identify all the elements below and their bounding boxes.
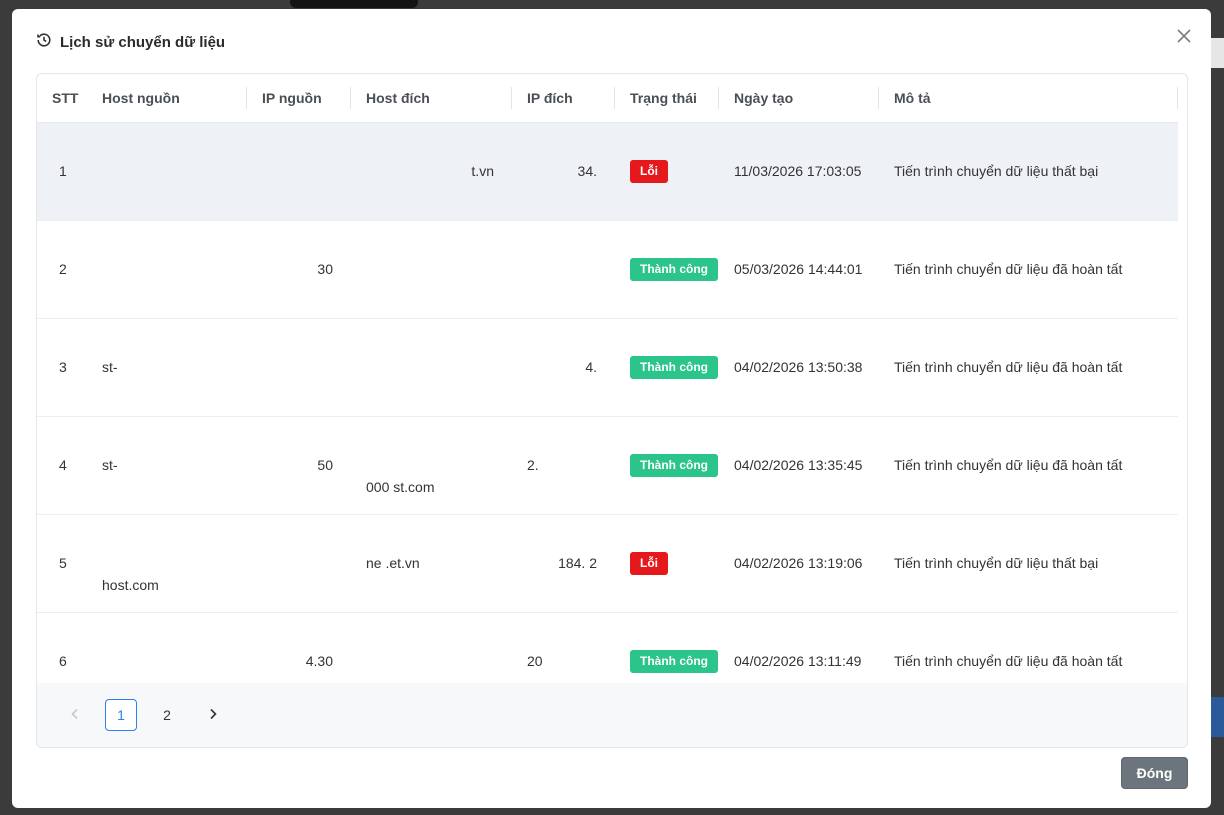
- cell-ip-dst: [512, 220, 615, 319]
- column-header-stt: STT: [37, 74, 87, 123]
- status-badge: Thành công: [630, 454, 718, 477]
- column-header-host-dst: Host đích: [351, 74, 512, 123]
- cell-host-dst: 000 st.com: [351, 416, 512, 515]
- cell-stt: 3: [37, 318, 87, 417]
- table-row[interactable]: 6 4.30 20 Thành công 04/02/2026 13:11:49…: [37, 612, 1178, 684]
- cell-desc: Tiến trình chuyển dữ liệu đã hoàn tất: [879, 318, 1178, 417]
- status-badge: Thành công: [630, 650, 718, 673]
- cell-ip-dst: 34.: [512, 122, 615, 221]
- cell-created: 04/02/2026 13:19:06: [719, 514, 879, 613]
- close-x-button[interactable]: [1173, 27, 1195, 49]
- cell-ip-dst: 20: [512, 612, 615, 684]
- status-badge: Thành công: [630, 258, 718, 281]
- background-strip: [290, 0, 418, 8]
- close-button[interactable]: Đóng: [1121, 757, 1188, 789]
- chevron-right-icon: [207, 707, 219, 723]
- table-row[interactable]: 1 t.vn 34. Lỗi 11/03/2026 17:03:05 Tiến …: [37, 122, 1178, 221]
- column-header-created: Ngày tạo: [719, 74, 879, 123]
- cell-host-src: [87, 220, 247, 319]
- cell-ip-src: [247, 318, 351, 417]
- cell-stt: 1: [37, 122, 87, 221]
- cell-created: 04/02/2026 13:11:49: [719, 612, 879, 684]
- chevron-left-icon: [69, 707, 81, 723]
- history-clock-icon: [36, 32, 52, 53]
- background-edge-button: [1210, 697, 1224, 737]
- cell-desc: Tiến trình chuyển dữ liệu thất bại: [879, 122, 1178, 221]
- modal-title-group: Lịch sử chuyển dữ liệu: [36, 32, 225, 53]
- cell-status: Thành công: [615, 612, 719, 684]
- pagination: 1 2: [37, 683, 1187, 747]
- column-header-status: Trạng thái: [615, 74, 719, 123]
- cell-host-dst: t.vn: [351, 122, 512, 221]
- cell-desc: Tiến trình chuyển dữ liệu thất bại: [879, 514, 1178, 613]
- table-row[interactable]: 3 st- 4. Thành công 04/02/2026 13:50:38 …: [37, 318, 1178, 417]
- cell-status: Lỗi: [615, 122, 719, 221]
- cell-created: 11/03/2026 17:03:05: [719, 122, 879, 221]
- page-button-1[interactable]: 1: [105, 699, 137, 731]
- cell-ip-dst: 2.: [512, 416, 615, 515]
- cell-host-src: [87, 612, 247, 684]
- cell-desc: Tiến trình chuyển dữ liệu đã hoàn tất: [879, 612, 1178, 684]
- status-badge: Lỗi: [630, 160, 668, 183]
- status-badge: Thành công: [630, 356, 718, 379]
- cell-created: 04/02/2026 13:35:45: [719, 416, 879, 515]
- prev-page-button[interactable]: [59, 699, 91, 731]
- column-header-ip-dst: IP đích: [512, 74, 615, 123]
- cell-ip-src: [247, 514, 351, 613]
- cell-ip-src: 30: [247, 220, 351, 319]
- modal-title: Lịch sử chuyển dữ liệu: [60, 34, 226, 51]
- history-table: STT Host nguồn IP nguồn Host đích IP đíc…: [37, 74, 1178, 684]
- cell-created: 04/02/2026 13:50:38: [719, 318, 879, 417]
- cell-status: Lỗi: [615, 514, 719, 613]
- cell-ip-src: [247, 122, 351, 221]
- page-button-2[interactable]: 2: [151, 699, 183, 731]
- cell-desc: Tiến trình chuyển dữ liệu đã hoàn tất: [879, 220, 1178, 319]
- table-row[interactable]: 2 30 Thành công 05/03/2026 14:44:01 Tiến…: [37, 220, 1178, 319]
- next-page-button[interactable]: [197, 699, 229, 731]
- cell-created: 05/03/2026 14:44:01: [719, 220, 879, 319]
- close-x-icon: [1176, 28, 1192, 49]
- cell-host-src: [87, 122, 247, 221]
- column-header-desc: Mô tả: [879, 74, 1178, 123]
- history-table-card: STT Host nguồn IP nguồn Host đích IP đíc…: [36, 73, 1188, 748]
- cell-host-dst: [351, 612, 512, 684]
- history-modal: Lịch sử chuyển dữ liệu STT Host nguồn IP…: [12, 9, 1211, 808]
- cell-ip-src: 4.30: [247, 612, 351, 684]
- cell-status: Thành công: [615, 318, 719, 417]
- cell-host-src: host.com: [87, 514, 247, 613]
- modal-header: Lịch sử chuyển dữ liệu: [12, 9, 1211, 73]
- table-scroll-area[interactable]: STT Host nguồn IP nguồn Host đích IP đíc…: [37, 74, 1178, 684]
- table-row[interactable]: 5 host.com ne .et.vn 184. 2 Lỗi 04/02/20…: [37, 514, 1178, 613]
- background-edge: [1210, 38, 1224, 68]
- table-header-row: STT Host nguồn IP nguồn Host đích IP đíc…: [37, 74, 1178, 123]
- cell-desc: Tiến trình chuyển dữ liệu đã hoàn tất: [879, 416, 1178, 515]
- status-badge: Lỗi: [630, 552, 668, 575]
- cell-host-dst: [351, 318, 512, 417]
- column-header-host-src: Host nguồn: [87, 74, 247, 123]
- cell-stt: 4: [37, 416, 87, 515]
- cell-host-dst: [351, 220, 512, 319]
- cell-stt: 2: [37, 220, 87, 319]
- column-header-ip-src: IP nguồn: [247, 74, 351, 123]
- table-row[interactable]: 4 st- 50 000 st.com 2. Thành công 04/02/…: [37, 416, 1178, 515]
- cell-status: Thành công: [615, 416, 719, 515]
- cell-host-dst: ne .et.vn: [351, 514, 512, 613]
- cell-stt: 5: [37, 514, 87, 613]
- cell-stt: 6: [37, 612, 87, 684]
- cell-ip-dst: 184. 2: [512, 514, 615, 613]
- cell-host-src: st-: [87, 416, 247, 515]
- cell-host-src: st-: [87, 318, 247, 417]
- cell-status: Thành công: [615, 220, 719, 319]
- cell-ip-dst: 4.: [512, 318, 615, 417]
- cell-ip-src: 50: [247, 416, 351, 515]
